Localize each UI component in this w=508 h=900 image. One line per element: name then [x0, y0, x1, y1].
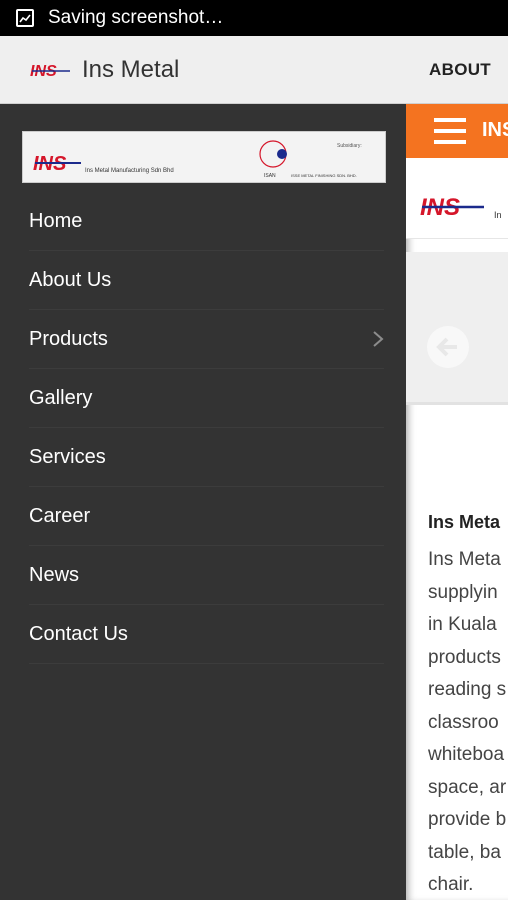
menu-item-label: News: [29, 563, 80, 586]
menu-item-career[interactable]: Career: [29, 487, 384, 546]
paragraph-line: table, ba: [428, 841, 501, 863]
svg-text:ISSE METAL FINISHING SDN. BHD.: ISSE METAL FINISHING SDN. BHD.: [291, 173, 357, 178]
status-text: Saving screenshot…: [48, 7, 224, 28]
svg-text:In: In: [494, 210, 502, 220]
drawer-menu: Home About Us Products Gallery Services …: [0, 192, 406, 664]
company-banner-image: INS Ins Metal Manufacturing Sdn Bhd Subs…: [33, 140, 362, 179]
paragraph-line: products: [428, 646, 501, 668]
paragraph-line: classroo: [428, 711, 499, 733]
menu-item-home[interactable]: Home: [29, 192, 384, 251]
hamburger-menu-icon[interactable]: [434, 118, 466, 144]
site-logo[interactable]: INS In: [406, 158, 508, 239]
paragraph-line: chair.: [428, 874, 474, 895]
paragraph-line: space, ar: [428, 776, 507, 798]
app-logo-icon: INS: [30, 63, 70, 80]
chevron-right-icon[interactable]: [372, 330, 384, 348]
menu-item-news[interactable]: News: [29, 546, 384, 605]
paragraph-line: Ins Meta: [428, 549, 501, 570]
menu-item-about-us[interactable]: About Us: [29, 251, 384, 310]
menu-item-label: Services: [29, 445, 106, 468]
company-banner[interactable]: INS Ins Metal Manufacturing Sdn Bhd Subs…: [22, 131, 386, 183]
menu-item-contact-us[interactable]: Contact Us: [29, 605, 384, 664]
navigation-drawer: INS Ins Metal Manufacturing Sdn Bhd Subs…: [0, 104, 406, 900]
menu-item-products[interactable]: Products: [29, 310, 384, 369]
app-title: Ins Metal: [82, 55, 180, 83]
menu-item-label: Gallery: [29, 386, 93, 409]
about-heading: Ins Meta: [428, 512, 501, 532]
slider-prev-button[interactable]: [427, 326, 469, 368]
paragraph-line: whiteboa: [428, 744, 505, 765]
paragraph-line: supplyin: [428, 581, 498, 603]
svg-text:ISAN: ISAN: [264, 173, 276, 179]
menu-item-label: Products: [29, 327, 108, 350]
menu-item-label: Home: [29, 209, 83, 232]
about-button[interactable]: ABOUT: [429, 36, 491, 104]
svg-text:Subsidiary:: Subsidiary:: [337, 143, 362, 149]
site-header-text: INS: [482, 119, 508, 141]
menu-item-services[interactable]: Services: [29, 428, 384, 487]
paragraph-line: provide b: [428, 809, 507, 830]
menu-item-label: Contact Us: [29, 622, 128, 645]
screenshot-icon: [16, 9, 34, 27]
image-slider: [406, 252, 508, 405]
arrow-left-icon: [436, 337, 457, 357]
paragraph-line: in Kuala: [428, 614, 497, 635]
site-logo-image: INS In: [420, 194, 502, 221]
web-content[interactable]: INS INS In Ins Meta Ins Meta supplyin in…: [406, 104, 508, 900]
paragraph-line: reading s: [428, 679, 507, 700]
svg-text:Ins Metal Manufacturing Sdn Bh: Ins Metal Manufacturing Sdn Bhd: [85, 168, 174, 174]
site-header-bar: INS: [406, 104, 508, 158]
about-paragraph: Ins Meta supplyin in Kuala products read…: [428, 544, 506, 900]
menu-item-gallery[interactable]: Gallery: [29, 369, 384, 428]
status-bar: Saving screenshot…: [0, 0, 508, 36]
menu-item-label: About Us: [29, 268, 112, 291]
action-bar: INS Ins Metal ABOUT: [0, 36, 508, 104]
menu-item-label: Career: [29, 504, 91, 527]
